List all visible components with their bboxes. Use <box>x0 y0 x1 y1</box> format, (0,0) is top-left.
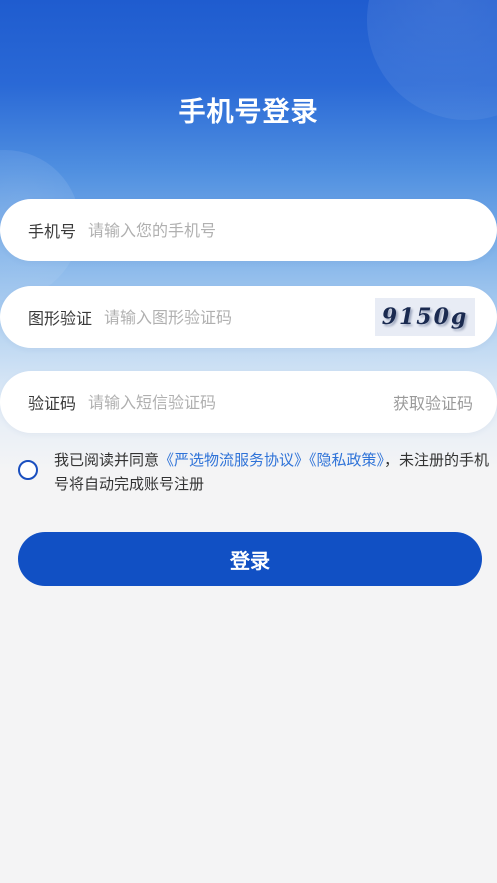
login-page: 手机号登录 手机号 图形验证 9150g 验证码 获取验证码 我已阅读并同意《严… <box>0 0 497 883</box>
agreement-checkbox[interactable] <box>18 460 38 480</box>
agreement-row: 我已阅读并同意《严选物流服务协议》《隐私政策》，未注册的手机号将自动完成账号注册 <box>18 448 493 496</box>
captcha-field: 图形验证 9150g <box>0 286 497 348</box>
page-title: 手机号登录 <box>178 97 319 128</box>
phone-field: 手机号 <box>0 199 497 261</box>
captcha-label: 图形验证 <box>28 309 93 328</box>
sms-code-input[interactable] <box>88 392 393 412</box>
login-button[interactable]: 登录 <box>18 532 482 586</box>
agreement-text: 我已阅读并同意《严选物流服务协议》《隐私政策》，未注册的手机号将自动完成账号注册 <box>54 448 493 496</box>
phone-input[interactable] <box>88 220 473 240</box>
sms-code-field: 验证码 获取验证码 <box>0 371 497 433</box>
captcha-image[interactable]: 9150g <box>375 298 475 336</box>
get-code-button[interactable]: 获取验证码 <box>393 390 473 414</box>
service-agreement-link[interactable]: 《严选物流服务协议》 <box>159 451 309 469</box>
agreement-prefix: 我已阅读并同意 <box>54 451 160 469</box>
sms-code-label: 验证码 <box>28 394 77 413</box>
captcha-input[interactable] <box>104 307 375 327</box>
privacy-policy-link[interactable]: 《隐私政策》 <box>309 451 384 469</box>
phone-label: 手机号 <box>28 222 77 241</box>
